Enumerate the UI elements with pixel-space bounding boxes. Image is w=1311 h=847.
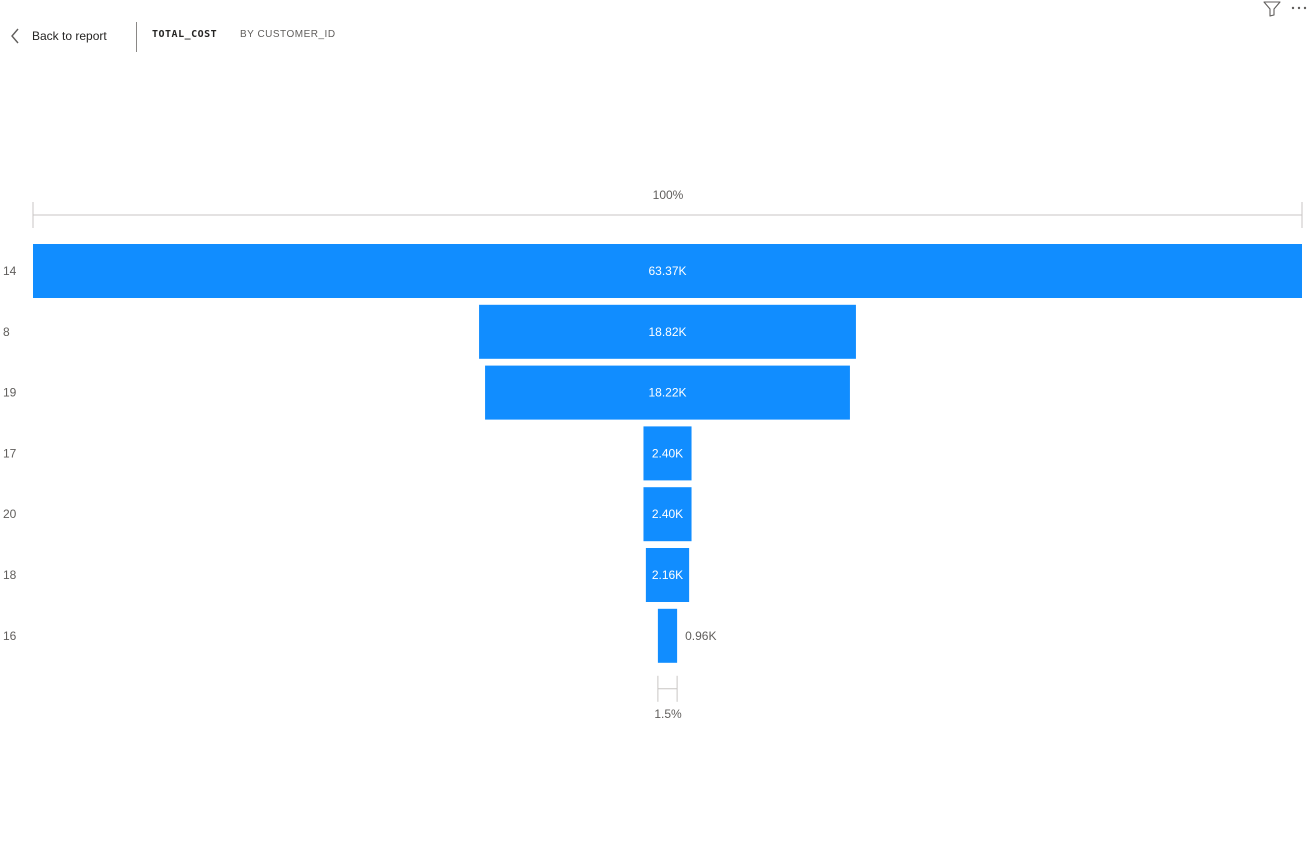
funnel-chart: 100% 14 63.37K 8 18.82K 19 18.22K 17 2.40K 20 2.4… [3,188,1303,721]
category-label: 19 [3,386,17,400]
data-label: 18.22K [648,386,686,400]
funnel-bar[interactable] [657,608,678,663]
bottom-percent-label: 1.5% [654,707,682,721]
data-label: 18.82K [648,325,686,339]
category-label: 14 [3,264,17,278]
data-label: 2.16K [652,568,683,582]
category-label: 8 [3,325,10,339]
bottom-percent-scale: 1.5% [654,675,682,721]
data-label: 2.40K [652,446,683,460]
data-label: 63.37K [648,264,686,278]
data-label: 0.96K [685,629,716,643]
top-percent-label: 100% [653,188,684,202]
category-label: 20 [3,507,17,521]
category-label: 18 [3,568,17,582]
funnel-bars: 14 63.37K 8 18.82K 19 18.22K 17 2.40K 20 2.40K 18 2… [3,244,1302,663]
top-percent-scale: 100% [32,188,1303,228]
category-label: 16 [3,629,17,643]
category-label: 17 [3,446,17,460]
data-label: 2.40K [652,507,683,521]
